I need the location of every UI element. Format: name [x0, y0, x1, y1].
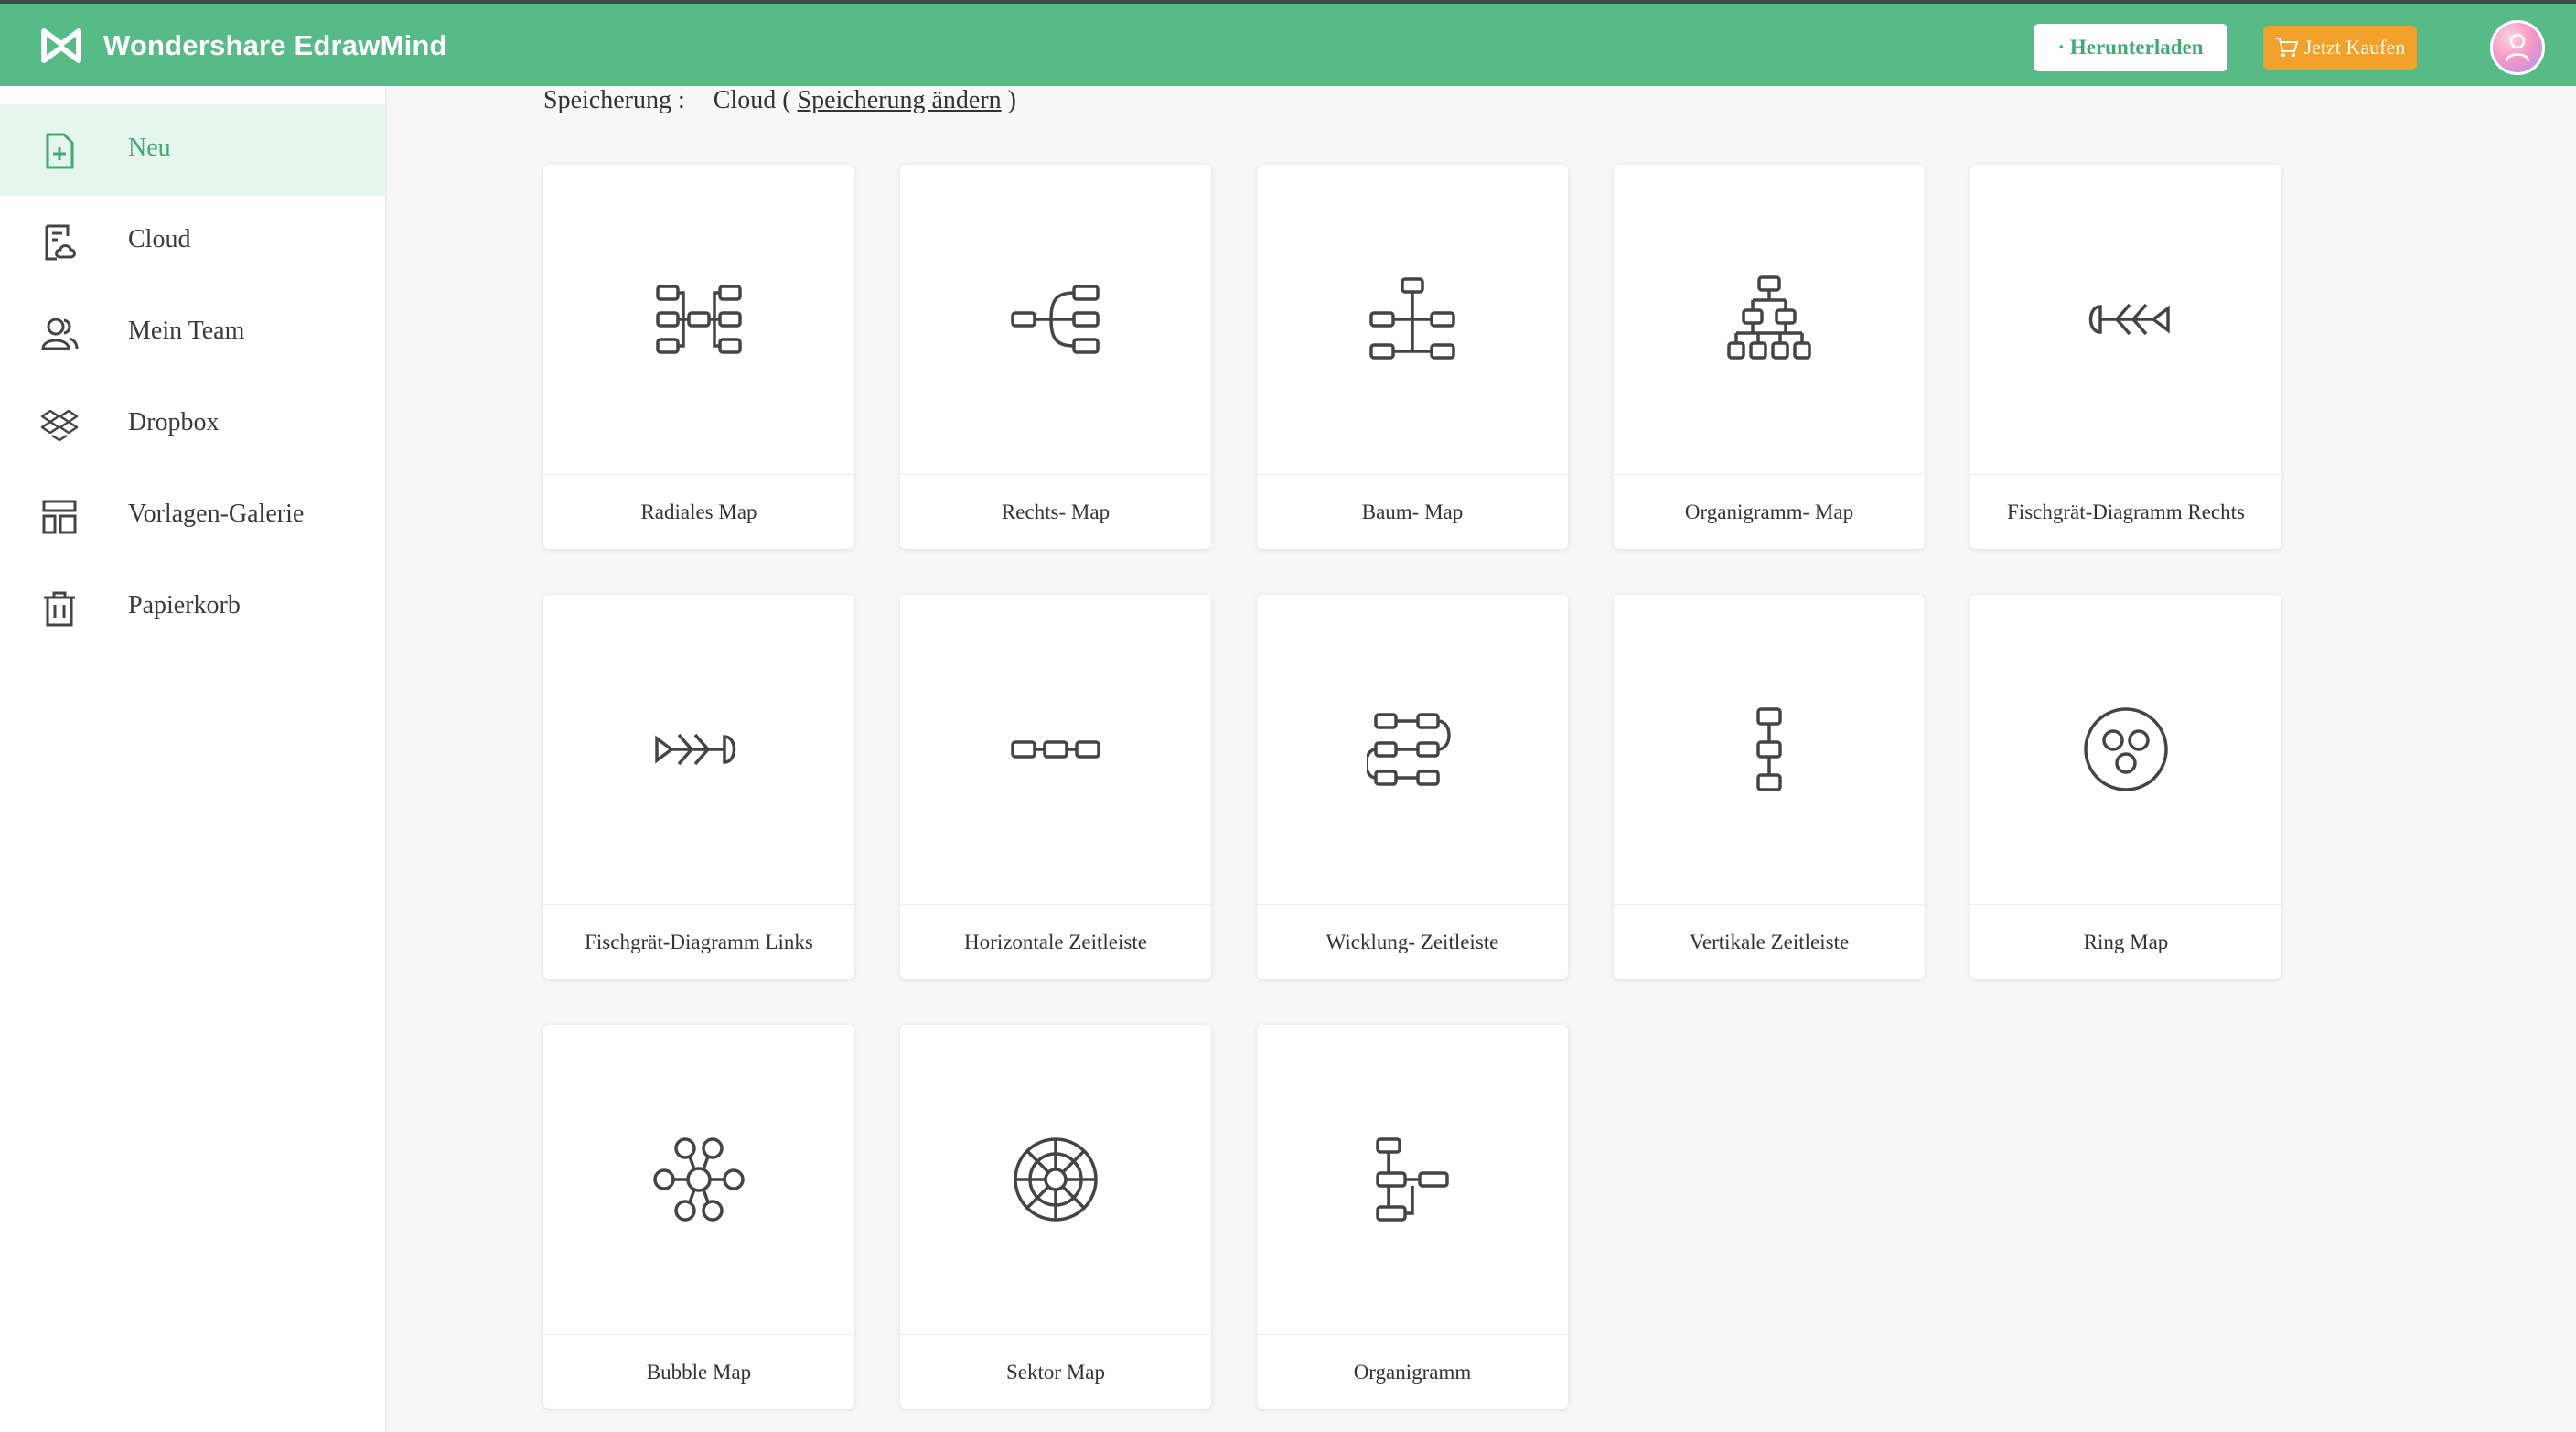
- sidebar-item-team[interactable]: Mein Team: [0, 287, 385, 379]
- fishbone-right-icon: [2088, 303, 2170, 336]
- bubble-map-icon: [653, 1137, 745, 1222]
- sidebar-item-label: Neu: [128, 134, 171, 162]
- winding-timeline-icon: [1367, 713, 1451, 786]
- change-storage-link[interactable]: Speicherung ändern: [798, 86, 1002, 114]
- sidebar-item-cloud[interactable]: Cloud: [0, 196, 385, 287]
- cloud-doc-icon: [45, 224, 76, 261]
- sidebar-item-label: Papierkorb: [128, 591, 241, 619]
- template-card-label: Horizontale Zeitleiste: [964, 930, 1147, 953]
- template-card-fishbone-right[interactable]: Fischgrät-Diagramm Rechts: [1970, 165, 2281, 549]
- vertical-timeline-icon: [1756, 707, 1782, 791]
- template-card-label: Radiales Map: [640, 500, 757, 523]
- sidebar-item-dropbox[interactable]: Dropbox: [0, 379, 385, 470]
- storage-value: Cloud (: [713, 86, 791, 114]
- storage-info: Speicherung : Cloud ( Speicherung ändern…: [543, 86, 1016, 115]
- buy-now-label: Jetzt Kaufen: [2303, 36, 2406, 59]
- template-card-label: Fischgrät-Diagramm Rechts: [2007, 500, 2245, 523]
- sidebar-item-label: Vorlagen-Galerie: [128, 500, 305, 528]
- template-card-winding-timeline[interactable]: Wicklung- Zeitleiste: [1257, 595, 1568, 979]
- template-card-label: Fischgrät-Diagramm Links: [585, 930, 813, 953]
- buy-now-button[interactable]: Jetzt Kaufen: [2263, 26, 2417, 70]
- ring-map-icon: [2084, 707, 2168, 791]
- template-card-sector-map[interactable]: Sektor Map: [900, 1025, 1211, 1409]
- template-card-label: Wicklung- Zeitleiste: [1326, 930, 1499, 953]
- right-map-icon: [1011, 285, 1100, 354]
- user-avatar[interactable]: [2490, 20, 2545, 75]
- template-card-org-chart-map[interactable]: Organigramm- Map: [1614, 165, 1925, 549]
- template-card-fishbone-left[interactable]: Fischgrät-Diagramm Links: [543, 595, 854, 979]
- template-card-label: Organigramm: [1353, 1360, 1472, 1384]
- storage-value-suffix: ): [1007, 86, 1016, 114]
- org-chart-icon: [1376, 1137, 1449, 1222]
- template-card-label: Rechts- Map: [1001, 500, 1111, 523]
- template-gallery-icon: [42, 500, 77, 534]
- new-file-icon: [46, 133, 74, 169]
- template-card-label: Ring Map: [2083, 930, 2169, 953]
- sidebar-item-label: Dropbox: [128, 408, 220, 436]
- sidebar-item-label: Mein Team: [128, 317, 245, 345]
- sidebar-item-neu[interactable]: Neu: [0, 104, 385, 196]
- edrawmind-logo-icon: [41, 28, 81, 63]
- user-avatar-icon: [2505, 33, 2530, 62]
- dropbox-icon: [40, 409, 79, 442]
- template-card-ring-map[interactable]: Ring Map: [1970, 595, 2281, 979]
- fishbone-left-icon: [655, 733, 736, 766]
- template-card-radial-map[interactable]: Radiales Map: [543, 165, 854, 549]
- sidebar: Neu Cloud Mein Team Dropbox Vorlagen-Gal…: [0, 86, 387, 1432]
- template-card-vertical-timeline[interactable]: Vertikale Zeitleiste: [1614, 595, 1925, 979]
- trash-icon: [44, 591, 75, 627]
- template-card-bubble-map[interactable]: Bubble Map: [543, 1025, 854, 1409]
- template-card-tree-map[interactable]: Baum- Map: [1257, 165, 1568, 549]
- top-bar: Wondershare EdrawMind · Herunterladen Je…: [0, 0, 2576, 86]
- template-card-label: Baum- Map: [1361, 500, 1464, 523]
- sidebar-item-trash[interactable]: Papierkorb: [0, 562, 385, 653]
- template-card-label: Bubble Map: [646, 1360, 752, 1384]
- org-chart-map-icon: [1727, 275, 1811, 360]
- storage-label: Speicherung :: [543, 86, 685, 114]
- app-title: Wondershare EdrawMind: [103, 29, 447, 61]
- template-card-org-chart[interactable]: Organigramm: [1257, 1025, 1568, 1409]
- team-icon: [41, 318, 79, 350]
- template-card-label: Organigramm- Map: [1684, 500, 1854, 523]
- sidebar-item-label: Cloud: [128, 225, 191, 253]
- template-card-label: Vertikale Zeitleiste: [1689, 930, 1850, 953]
- sector-map-icon: [1014, 1137, 1098, 1222]
- sidebar-item-templates[interactable]: Vorlagen-Galerie: [0, 470, 385, 562]
- template-card-label: Sektor Map: [1006, 1360, 1105, 1384]
- template-card-right-map[interactable]: Rechts- Map: [900, 165, 1211, 549]
- tree-map-icon: [1369, 277, 1455, 360]
- cart-icon: [2275, 38, 2299, 57]
- template-card-horizontal-timeline[interactable]: Horizontale Zeitleiste: [900, 595, 1211, 979]
- download-button[interactable]: · Herunterladen: [2034, 24, 2227, 71]
- horizontal-timeline-icon: [1011, 740, 1100, 759]
- radial-map-icon: [656, 285, 742, 354]
